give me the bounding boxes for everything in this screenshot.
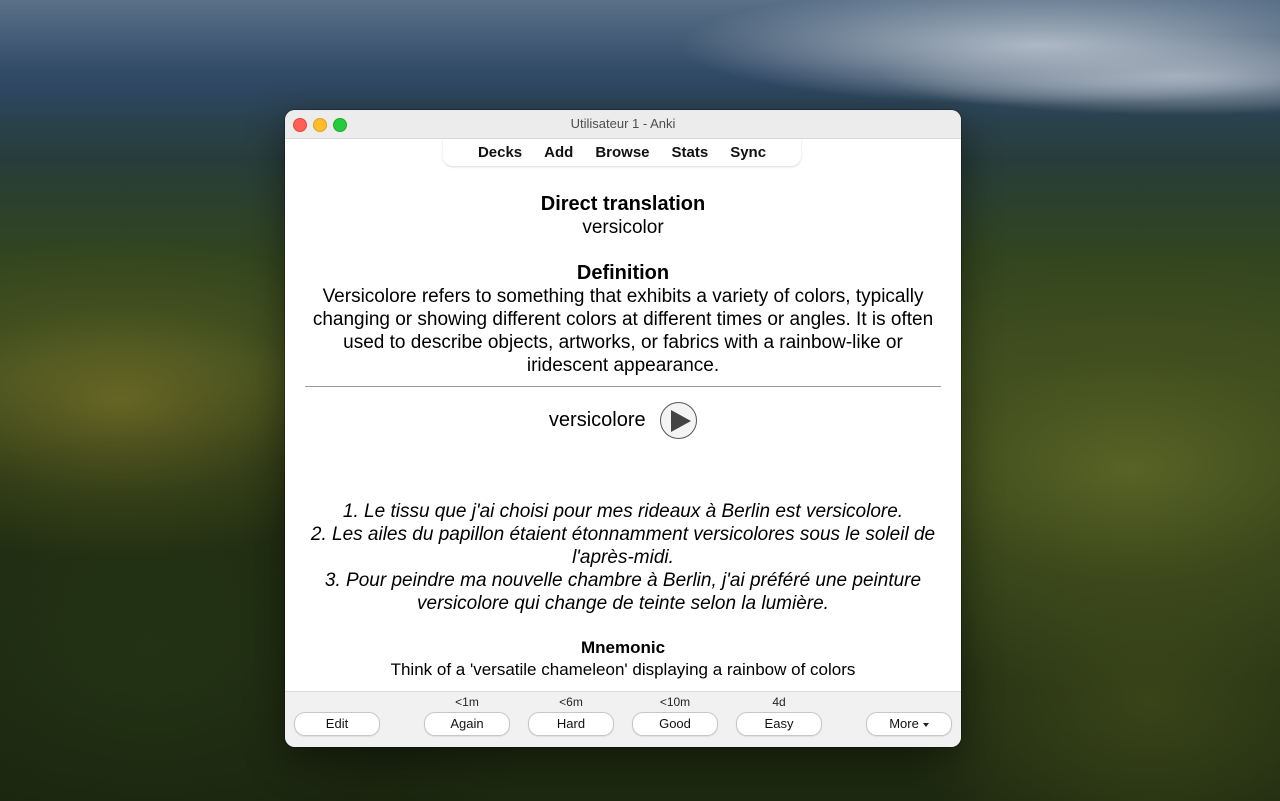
examples-block: 1. Le tissu que j'ai choisi pour mes rid… (305, 500, 941, 615)
wallpaper-sky (0, 0, 1280, 120)
card-content: Direct translation versicolor Definition… (285, 167, 961, 747)
easy-button[interactable]: Easy (736, 712, 822, 736)
title-bar[interactable]: Utilisateur 1 - Anki (285, 110, 961, 139)
window-title: Utilisateur 1 - Anki (570, 116, 676, 131)
again-button[interactable]: Again (424, 712, 510, 736)
definition-heading: Definition (576, 262, 670, 284)
example-sentence: 1. Le tissu que j'ai choisi pour mes rid… (342, 501, 904, 522)
play-audio-button[interactable] (660, 402, 698, 439)
anki-window: Utilisateur 1 - Anki Decks Add Browse St… (285, 110, 961, 747)
mnemonic-text: Think of a 'versatile chameleon' display… (390, 660, 856, 679)
definition-text: Versicolore refers to something that exh… (312, 286, 934, 376)
direct-translation-heading: Direct translation (540, 193, 706, 215)
play-icon (671, 410, 692, 432)
main-toolbar: Decks Add Browse Stats Sync (443, 139, 801, 166)
example-sentence: 2. Les ailes du papillon étaient étonnam… (310, 524, 936, 568)
more-button-label: More (889, 716, 919, 731)
good-button[interactable]: Good (632, 712, 718, 736)
chevron-down-icon (922, 722, 929, 727)
review-bottom-bar: Edit <1m Again <6m Hard <10m Good 4d Eas… (285, 691, 961, 747)
hard-interval: <6m (559, 695, 583, 709)
toolbar-browse[interactable]: Browse (595, 144, 649, 161)
again-interval: <1m (455, 695, 479, 709)
good-interval: <10m (659, 695, 691, 709)
toolbar-decks[interactable]: Decks (478, 144, 522, 161)
target-word: versicolore (548, 409, 646, 431)
toolbar-add[interactable]: Add (544, 144, 573, 161)
direct-translation-text: versicolor (582, 217, 664, 238)
more-button[interactable]: More (866, 712, 952, 736)
audio-row: versicolore (285, 402, 961, 442)
edit-button[interactable]: Edit (294, 712, 380, 736)
example-sentence: 3. Pour peindre ma nouvelle chambre à Be… (324, 570, 922, 614)
toolbar-sync[interactable]: Sync (730, 144, 766, 161)
toolbar-stats[interactable]: Stats (672, 144, 709, 161)
hard-button[interactable]: Hard (528, 712, 614, 736)
easy-interval: 4d (772, 695, 786, 709)
mnemonic-heading: Mnemonic (580, 638, 666, 657)
answer-divider (305, 386, 941, 387)
